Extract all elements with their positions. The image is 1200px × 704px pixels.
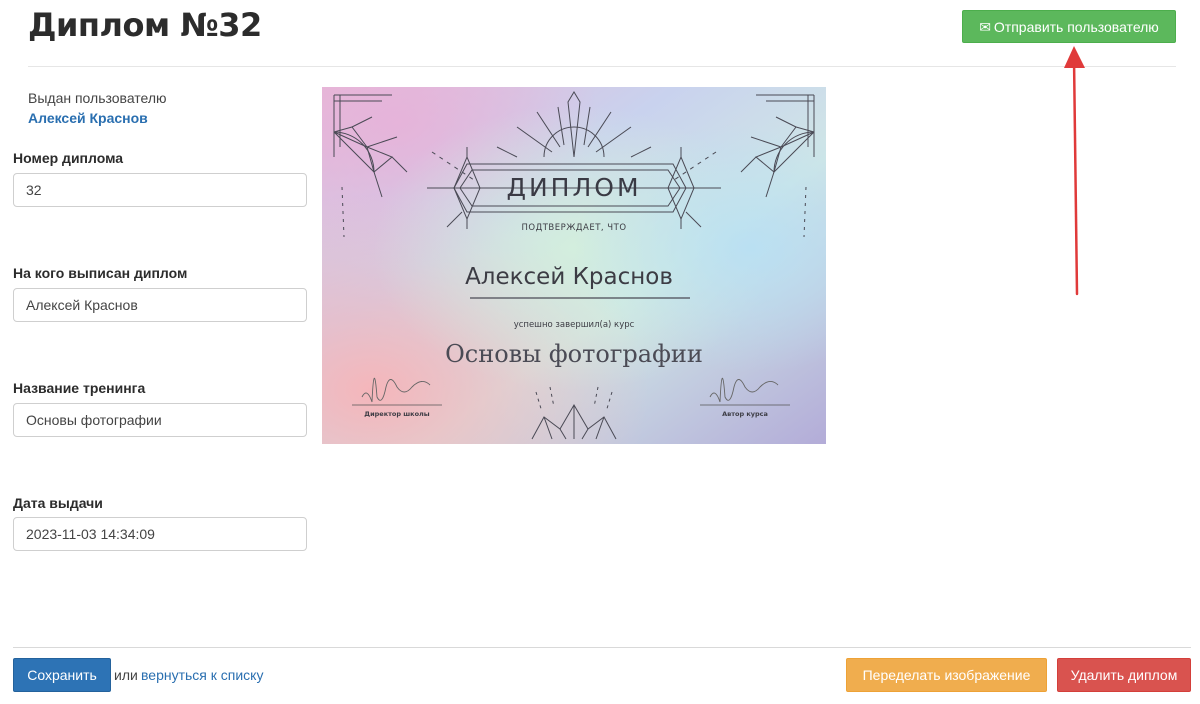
issue-date-input[interactable] (13, 517, 307, 551)
page-title: Диплом №32 (28, 6, 262, 44)
envelope-icon: ✉ (979, 18, 991, 35)
back-to-list-link[interactable]: вернуться к списку (141, 667, 263, 683)
diploma-author-caption: Автор курса (722, 410, 768, 418)
training-input[interactable] (13, 403, 307, 437)
diploma-director-caption: Директор школы (364, 410, 430, 418)
diploma-confirms-text: ПОДТВЕРЖДАЕТ, ЧТО (521, 223, 627, 233)
issue-date-label: Дата выдачи (13, 495, 103, 511)
send-to-user-label: Отправить пользователю (993, 18, 1159, 35)
save-button[interactable]: Сохранить (13, 658, 111, 692)
recipient-label: На кого выписан диплом (13, 265, 188, 281)
issued-user-link[interactable]: Алексей Краснов (28, 110, 148, 126)
diploma-number-label: Номер диплома (13, 150, 124, 166)
recipient-input[interactable] (13, 288, 307, 322)
or-text: или (114, 667, 138, 683)
redo-image-button[interactable]: Переделать изображение (846, 658, 1047, 692)
diploma-heading: ДИПЛОМ (506, 173, 642, 202)
diploma-preview-image: ДИПЛОМ ПОДТВЕРЖДАЕТ, ЧТО Алексей Краснов… (322, 87, 826, 444)
delete-diploma-button[interactable]: Удалить диплом (1057, 658, 1191, 692)
training-label: Название тренинга (13, 380, 146, 396)
diploma-course: Основы фотографии (445, 340, 703, 368)
header-divider (28, 66, 1176, 67)
annotation-arrow-head (1064, 46, 1085, 68)
send-to-user-button[interactable]: ✉ Отправить пользователю (962, 10, 1176, 43)
annotation-arrow-shaft (1072, 56, 1079, 296)
page: Диплом №32 ✉ Отправить пользователю Выда… (0, 0, 1200, 704)
diploma-completed-text: успешно завершил(а) курс (513, 320, 635, 330)
issued-label: Выдан пользователю (28, 90, 167, 106)
diploma-number-input[interactable] (13, 173, 307, 207)
annotation-arrow (1064, 46, 1085, 296)
diploma-recipient: Алексей Краснов (465, 264, 673, 290)
footer-divider (13, 647, 1191, 648)
